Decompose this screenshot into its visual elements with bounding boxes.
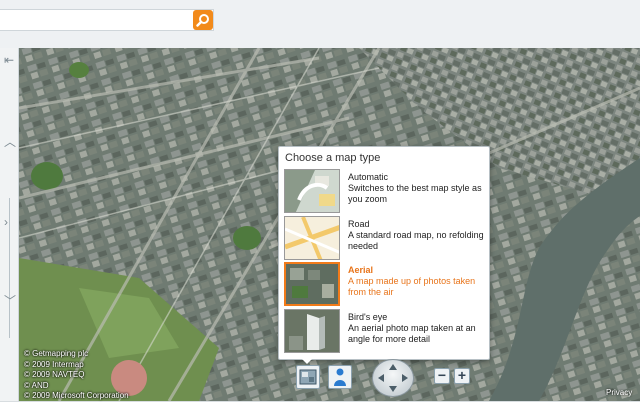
- credit-line: © AND: [24, 380, 49, 390]
- privacy-link[interactable]: Privacy: [606, 388, 632, 397]
- rail-scroll-track[interactable]: [9, 198, 10, 338]
- map-type-option-birds-eye[interactable]: Bird's eye An aerial photo map taken at …: [284, 309, 486, 353]
- collapse-arrow-icon[interactable]: ⇤: [4, 54, 14, 66]
- street-view-button[interactable]: [328, 365, 352, 389]
- zoom-in-button[interactable]: +: [454, 368, 470, 384]
- map-type-option-automatic[interactable]: Automatic Switches to the best map style…: [284, 169, 486, 213]
- map-credits: © Getmapping plc © 2009 Intermap © 2009 …: [24, 349, 129, 402]
- chevron-up-icon[interactable]: ︿: [4, 136, 16, 148]
- road-thumbnail: [284, 216, 340, 260]
- credit-line: © 2009 Microsoft Corporation: [24, 391, 129, 400]
- map-type-panel: Choose a map type Automatic Switches to …: [278, 146, 490, 360]
- map-type-option-aerial[interactable]: Aerial A map made up of photos taken fro…: [284, 262, 486, 306]
- chevron-down-icon[interactable]: ﹀: [4, 295, 16, 307]
- rail-marker-icon[interactable]: ›: [4, 216, 8, 228]
- option-description: An aerial photo map taken at an angle fo…: [348, 323, 476, 344]
- credit-line: © 2009 Intermap: [24, 359, 84, 369]
- option-title: Automatic: [348, 172, 389, 182]
- option-description: A standard road map, no refolding needed: [348, 230, 484, 251]
- search-button[interactable]: [193, 10, 213, 30]
- left-rail: ⇤ ︿ › ﹀: [0, 48, 19, 401]
- birds-eye-thumbnail: [284, 309, 340, 353]
- person-icon: [334, 368, 346, 386]
- option-description: A map made up of photos taken from the a…: [348, 276, 476, 297]
- credit-line: © Getmapping plc: [24, 349, 89, 358]
- credit-line: © 2009 NAVTEQ: [24, 370, 85, 379]
- top-bar: [0, 0, 640, 48]
- map-type-button[interactable]: [296, 365, 320, 389]
- zoom-out-button[interactable]: −: [434, 368, 450, 384]
- option-title: Aerial: [348, 265, 374, 275]
- map-controls: − +: [294, 359, 484, 397]
- option-title: Bird's eye: [348, 312, 388, 322]
- search-input[interactable]: [6, 12, 180, 30]
- map-type-option-road[interactable]: Road A standard road map, no refolding n…: [284, 216, 486, 260]
- search-box: [0, 9, 214, 31]
- magnifier-icon: [196, 14, 209, 27]
- map-type-icon: [299, 369, 317, 385]
- option-title: Road: [348, 219, 370, 229]
- option-description: Switches to the best map style as you zo…: [348, 183, 482, 204]
- panel-title: Choose a map type: [285, 152, 381, 164]
- aerial-thumbnail: [284, 262, 340, 306]
- compass-icon[interactable]: [372, 359, 414, 397]
- automatic-thumbnail: [284, 169, 340, 213]
